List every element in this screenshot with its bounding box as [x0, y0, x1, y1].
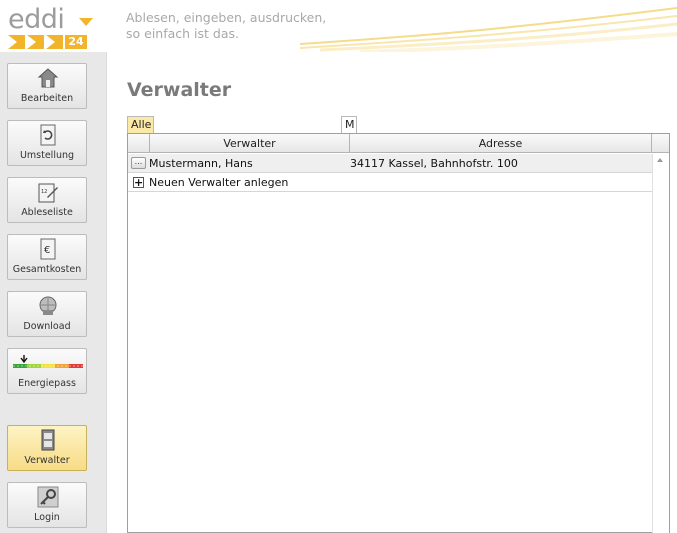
phone-book-icon: [41, 429, 55, 451]
key-icon: [37, 486, 59, 508]
sidebar-item-label: Energiepass: [18, 378, 76, 389]
sidebar-item-gesamtkosten[interactable]: € Gesamtkosten: [7, 234, 87, 280]
tagline: Ablesen, eingeben, ausdrucken, so einfac…: [126, 10, 326, 42]
energy-scale-icon: [13, 355, 83, 368]
tagline-line1: Ablesen, eingeben, ausdrucken,: [126, 10, 327, 25]
column-header-adresse[interactable]: Adresse: [350, 134, 652, 153]
verwalter-table: Verwalter Adresse ... Mustermann, Hans 3…: [127, 133, 670, 533]
svg-text:12: 12: [41, 189, 47, 195]
sidebar-item-login[interactable]: Login: [7, 482, 87, 528]
add-verwalter-row[interactable]: + Neuen Verwalter anlegen: [128, 173, 652, 192]
download-globe-icon: [39, 296, 57, 315]
sidebar-item-energiepass[interactable]: Energiepass: [7, 348, 87, 394]
logo-word: eddi: [8, 4, 65, 35]
sidebar-item-label: Download: [23, 321, 71, 332]
sidebar-item-bearbeiten[interactable]: Bearbeiten: [7, 63, 87, 109]
sidebar-item-label: Umstellung: [19, 150, 75, 161]
add-verwalter-button[interactable]: +: [133, 177, 144, 188]
document-refresh-icon: [40, 124, 56, 146]
sidebar-item-label: Login: [34, 512, 60, 523]
logo-blocks: 24: [8, 35, 87, 49]
euro-document-icon: €: [40, 238, 56, 260]
header: eddi 24 Ablesen, eingeben, ausdrucken, s…: [0, 0, 677, 52]
add-verwalter-label[interactable]: Neuen Verwalter anlegen: [149, 173, 288, 192]
eddi24-logo[interactable]: eddi 24: [8, 4, 93, 49]
cell-adresse: 34117 Kassel, Bahnhofstr. 100: [350, 157, 518, 170]
cell-verwalter: Mustermann, Hans: [149, 157, 253, 170]
clipboard-pen-icon: 12: [38, 183, 58, 203]
table-header: Verwalter Adresse: [128, 134, 669, 153]
tab-alle[interactable]: Alle: [127, 116, 154, 133]
scroll-up-arrow-icon[interactable]: [657, 158, 663, 162]
sidebar-item-label: Bearbeiten: [20, 93, 74, 104]
logo-wedge: [79, 18, 93, 26]
sidebar: Bearbeiten Umstellung 12 Ableseliste € G…: [0, 52, 107, 533]
row-details-button[interactable]: ...: [131, 157, 146, 169]
page-title: Verwalter: [127, 79, 232, 101]
header-scroll-corner: [652, 134, 669, 153]
column-header-verwalter[interactable]: Verwalter: [150, 134, 350, 153]
table-row[interactable]: ... Mustermann, Hans 34117 Kassel, Bahnh…: [128, 154, 652, 173]
house-icon: [37, 68, 59, 88]
sidebar-item-download[interactable]: Download: [7, 291, 87, 337]
sidebar-item-label: Gesamtkosten: [12, 264, 82, 275]
sidebar-item-label: Verwalter: [24, 455, 70, 466]
sidebar-item-umstellung[interactable]: Umstellung: [7, 120, 87, 166]
header-action-column: [128, 134, 150, 153]
logo-number: 24: [65, 35, 87, 49]
sidebar-item-verwalter[interactable]: Verwalter: [7, 425, 87, 471]
svg-text:€: €: [44, 245, 50, 256]
sidebar-item-ableseliste[interactable]: 12 Ableseliste: [7, 177, 87, 223]
sidebar-item-label: Ableseliste: [21, 207, 73, 218]
tab-m[interactable]: M: [341, 116, 357, 133]
vertical-scrollbar[interactable]: [652, 154, 669, 533]
header-swoosh-decoration: [300, 7, 677, 52]
tagline-line2: so einfach ist das.: [126, 26, 239, 41]
